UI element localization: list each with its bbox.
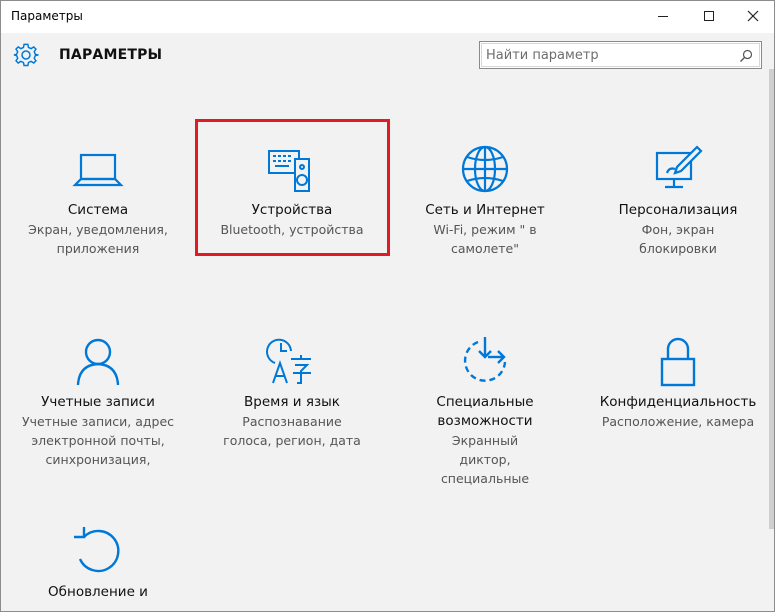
settings-window: Параметры ПАРАМЕТРЫ Найти параметр Систе… bbox=[0, 0, 775, 612]
title-bar[interactable]: Параметры bbox=[1, 1, 774, 33]
window-title: Параметры bbox=[11, 9, 83, 23]
personalization-icon bbox=[655, 145, 703, 189]
update-icon bbox=[74, 527, 120, 573]
tile-privacy[interactable]: Конфиденциальность Расположение, камера bbox=[583, 335, 773, 431]
selection-highlight bbox=[195, 119, 390, 256]
tile-desc: Распознавание голоса, регион, дата bbox=[223, 414, 361, 448]
laptop-icon bbox=[72, 153, 124, 187]
tile-accounts[interactable]: Учетные записи Учетные записи, адрес эле… bbox=[3, 335, 193, 469]
tile-name: Время и язык bbox=[244, 394, 340, 410]
tile-name: Учетные записи bbox=[41, 394, 155, 410]
person-icon bbox=[76, 338, 120, 386]
tile-ease-of-access[interactable]: Специальные возможности Экранный диктор,… bbox=[390, 335, 580, 488]
minimize-button[interactable] bbox=[641, 1, 685, 31]
tile-name: Конфиденциальность bbox=[599, 394, 757, 410]
tile-desc: Wi-Fi, режим " в самолете" bbox=[433, 222, 537, 256]
tile-desc: Экран, уведомления, приложения bbox=[28, 222, 168, 256]
lock-icon bbox=[660, 337, 696, 387]
scrollbar[interactable] bbox=[769, 69, 774, 529]
minimize-icon bbox=[658, 16, 668, 17]
tile-desc: Фон, экран блокировки bbox=[639, 222, 717, 256]
close-icon bbox=[747, 10, 759, 22]
search-input[interactable] bbox=[486, 44, 726, 66]
tile-time-language[interactable]: Время и язык Распознавание голоса, регио… bbox=[197, 335, 387, 450]
close-button[interactable] bbox=[731, 1, 774, 31]
tile-update[interactable]: Обновление и bbox=[3, 525, 193, 602]
ease-of-access-icon bbox=[463, 337, 507, 382]
tile-system[interactable]: Система Экран, уведомления, приложения bbox=[3, 143, 193, 258]
gear-icon bbox=[13, 42, 39, 72]
tile-desc: Расположение, камера bbox=[601, 414, 755, 429]
globe-icon bbox=[461, 145, 509, 193]
tile-name: Система bbox=[67, 202, 129, 218]
maximize-icon bbox=[704, 11, 714, 21]
tile-name: Персонализация bbox=[618, 202, 738, 218]
maximize-button[interactable] bbox=[687, 1, 731, 31]
tile-name: Специальные возможности bbox=[436, 394, 534, 429]
search-icon[interactable] bbox=[739, 48, 753, 67]
search-box[interactable] bbox=[479, 41, 762, 69]
tile-name: Сеть и Интернет bbox=[425, 202, 545, 218]
page-title: ПАРАМЕТРЫ bbox=[59, 47, 163, 63]
tile-network[interactable]: Сеть и Интернет Wi-Fi, режим " в самолет… bbox=[390, 143, 580, 258]
tile-name: Обновление и bbox=[48, 584, 148, 600]
tile-personalization[interactable]: Персонализация Фон, экран блокировки bbox=[583, 143, 773, 258]
tile-desc: Экранный диктор, специальные bbox=[440, 433, 530, 486]
time-language-icon bbox=[266, 338, 311, 384]
settings-content: ПАРАМЕТРЫ Система Экран, уведомления, пр… bbox=[1, 33, 774, 611]
tile-desc: Учетные записи, адрес электронной почты,… bbox=[21, 414, 175, 467]
